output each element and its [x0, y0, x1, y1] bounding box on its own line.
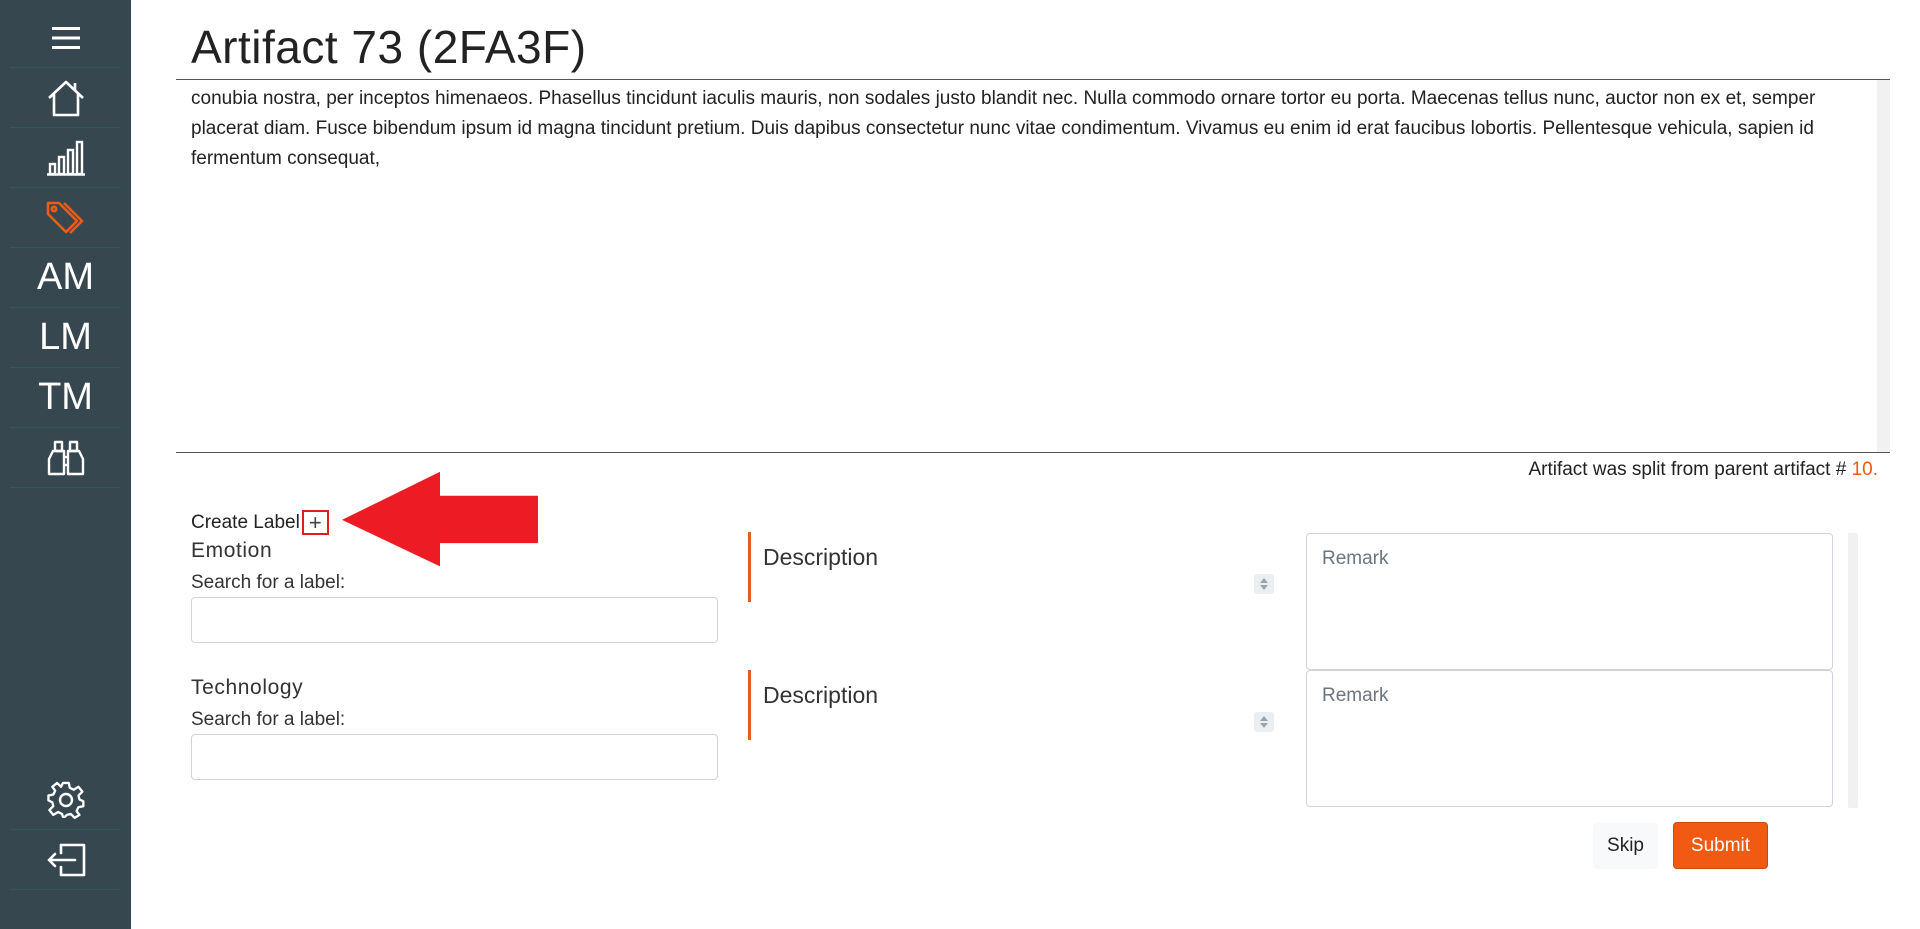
sidebar-item-search[interactable]: [10, 428, 121, 488]
sidebar-item-labeling[interactable]: [10, 188, 121, 248]
sidebar-item-label: TM: [38, 376, 93, 418]
submit-button[interactable]: Submit: [1673, 822, 1768, 869]
description-spinner[interactable]: [1254, 712, 1274, 732]
annotation-arrow-icon: [342, 471, 538, 567]
artifact-text-panel: conubia nostra, per inceptos himenaeos. …: [176, 80, 1876, 452]
artifact-text: conubia nostra, per inceptos himenaeos. …: [191, 88, 1816, 169]
label-search-input[interactable]: [191, 597, 718, 643]
remark-field[interactable]: [1306, 670, 1833, 807]
sidebar-item-tm[interactable]: TM: [10, 368, 121, 428]
home-icon: [47, 80, 84, 116]
split-note: Artifact was split from parent artifact …: [1528, 459, 1878, 481]
search-label: Search for a label:: [191, 709, 346, 730]
parent-artifact-link[interactable]: 10.: [1852, 459, 1878, 480]
sidebar: AM LM TM: [0, 0, 131, 929]
sidebar-item-am[interactable]: AM: [10, 248, 121, 308]
gear-icon: [46, 781, 85, 819]
sidebar-item-logout[interactable]: [10, 830, 121, 890]
create-label: Create Label +: [191, 510, 329, 535]
bar-chart-icon: [46, 140, 85, 176]
sidebar-item-statistics[interactable]: [10, 128, 121, 188]
sidebar-item-home[interactable]: [10, 68, 121, 128]
sidebar-item-settings[interactable]: [10, 770, 121, 830]
menu-icon: [51, 26, 80, 49]
sidebar-item-lm[interactable]: LM: [10, 308, 121, 368]
form-scrollbar[interactable]: [1848, 533, 1858, 808]
description-spinner[interactable]: [1254, 574, 1274, 594]
description-label: Description: [763, 682, 879, 708]
binoculars-icon: [47, 440, 84, 475]
artifact-scrollbar[interactable]: [1877, 80, 1890, 452]
label-search-input[interactable]: [191, 734, 718, 780]
sidebar-item-label: LM: [39, 316, 92, 358]
search-label: Search for a label:: [191, 572, 346, 593]
create-label-text: Create Label: [191, 511, 300, 533]
description-accent: [748, 532, 751, 602]
page-title: Artifact 73 (2FA3F): [191, 21, 587, 73]
label-name: Emotion: [191, 539, 273, 562]
description-label: Description: [763, 544, 879, 570]
remark-field[interactable]: [1306, 533, 1833, 670]
artifact-divider: [176, 452, 1890, 453]
create-label-button[interactable]: +: [301, 510, 329, 535]
menu-button[interactable]: [10, 8, 121, 68]
split-note-text: Artifact was split from parent artifact …: [1528, 459, 1847, 480]
logout-icon: [47, 843, 85, 876]
label-name: Technology: [191, 676, 304, 699]
description-accent: [748, 670, 751, 740]
sidebar-item-label: AM: [37, 256, 94, 298]
skip-button[interactable]: Skip: [1593, 823, 1658, 869]
tags-icon: [46, 201, 83, 234]
